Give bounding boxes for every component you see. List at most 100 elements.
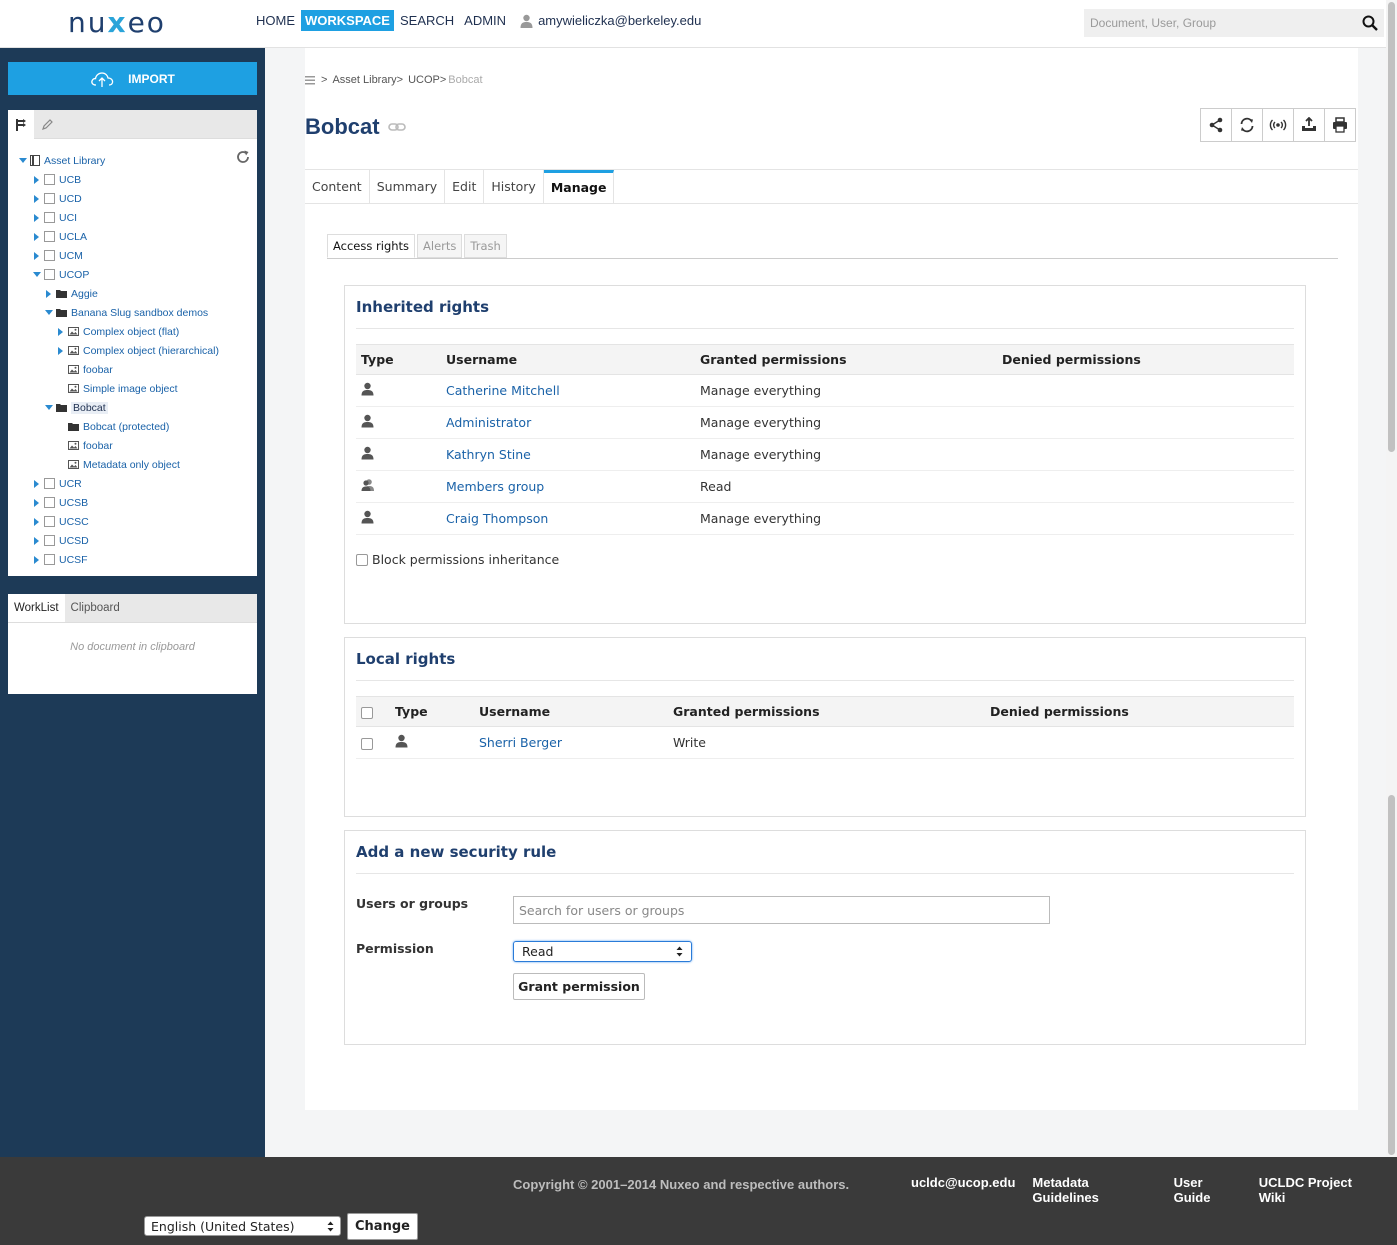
- tree-item[interactable]: UCSD: [32, 531, 89, 550]
- caret-right-icon[interactable]: [56, 327, 66, 337]
- footer-link-email[interactable]: ucldc@ucop.edu: [911, 1175, 1015, 1205]
- permalink-icon[interactable]: [387, 122, 406, 132]
- subtab-trash[interactable]: Trash: [464, 234, 507, 258]
- username-link[interactable]: Sherri Berger: [479, 735, 562, 750]
- caret-down-icon[interactable]: [32, 270, 42, 280]
- tree-item[interactable]: Complex object (hierarchical): [56, 341, 219, 360]
- subtab-access-rights[interactable]: Access rights: [327, 234, 416, 258]
- breadcrumb-ucop[interactable]: UCOP: [408, 74, 440, 86]
- sync-button[interactable]: [1231, 108, 1263, 142]
- grant-permission-button[interactable]: Grant permission: [513, 973, 645, 1000]
- scrollbar-thumb[interactable]: [1388, 2, 1395, 452]
- caret-right-icon[interactable]: [32, 194, 42, 204]
- block-inheritance-checkbox[interactable]: [356, 553, 368, 566]
- tree-item[interactable]: UCM: [32, 246, 83, 265]
- tree-item[interactable]: UCOP: [32, 265, 89, 284]
- caret-right-icon[interactable]: [32, 517, 42, 527]
- caret-right-icon[interactable]: [32, 555, 42, 565]
- print-button[interactable]: [1324, 108, 1356, 142]
- tree-item[interactable]: UCI: [32, 208, 77, 227]
- tab-content[interactable]: Content: [305, 170, 370, 203]
- tree-item[interactable]: Bobcat: [44, 398, 108, 417]
- page-scrollbar[interactable]: [1386, 0, 1397, 1157]
- user-menu[interactable]: amywieliczka@berkeley.edu: [520, 13, 701, 28]
- footer-link-metadata-guidelines[interactable]: Metadata Guidelines: [1032, 1175, 1156, 1205]
- import-label: IMPORT: [128, 71, 175, 86]
- tab-summary[interactable]: Summary: [370, 170, 446, 203]
- nuxeo-logo[interactable]: nuxeo: [68, 6, 166, 39]
- breadcrumb-asset-library[interactable]: Asset Library: [332, 74, 396, 86]
- username-link[interactable]: Administrator: [446, 415, 531, 430]
- caret-right-icon[interactable]: [32, 232, 42, 242]
- footer-link-user-guide[interactable]: User Guide: [1174, 1175, 1242, 1205]
- tree-item[interactable]: Asset Library: [18, 151, 105, 170]
- type-cell: [356, 374, 441, 407]
- tree-item[interactable]: Metadata only object: [56, 455, 180, 474]
- col-username: Username: [474, 696, 668, 727]
- row-checkbox[interactable]: [361, 737, 373, 750]
- inherited-rights-box: Inherited rights Type Username Granted p…: [344, 285, 1306, 624]
- tree-item[interactable]: foobar: [56, 360, 113, 379]
- caret-right-icon[interactable]: [44, 289, 54, 299]
- users-search-input[interactable]: [513, 896, 1050, 924]
- nav-admin[interactable]: ADMIN: [460, 10, 510, 31]
- global-search-input[interactable]: [1084, 9, 1354, 37]
- granted-cell: Manage everything: [695, 406, 997, 439]
- menu-icon[interactable]: [305, 75, 315, 85]
- tree-item[interactable]: UCSF: [32, 550, 88, 569]
- caret-down-icon[interactable]: [44, 403, 54, 413]
- language-select[interactable]: English (United States): [144, 1216, 341, 1236]
- export-button[interactable]: [1293, 108, 1325, 142]
- caret-down-icon[interactable]: [44, 308, 54, 318]
- nav-search[interactable]: SEARCH: [396, 10, 458, 31]
- tree-item[interactable]: UCSB: [32, 493, 88, 512]
- caret-right-icon[interactable]: [32, 498, 42, 508]
- caret-right-icon[interactable]: [32, 251, 42, 261]
- tab-clipboard[interactable]: Clipboard: [65, 594, 126, 622]
- nav-home[interactable]: HOME: [252, 10, 299, 31]
- tree-item[interactable]: Bobcat (protected): [56, 417, 169, 436]
- footer: Copyright © 2001–2014 Nuxeo and respecti…: [0, 1157, 1397, 1245]
- caret-right-icon[interactable]: [56, 346, 66, 356]
- book-icon: [30, 155, 40, 166]
- share-button[interactable]: [1200, 108, 1232, 142]
- import-button[interactable]: IMPORT: [8, 62, 257, 95]
- caret-right-icon[interactable]: [32, 536, 42, 546]
- tab-history[interactable]: History: [484, 170, 544, 203]
- footer-link-project-wiki[interactable]: UCLDC Project Wiki: [1259, 1175, 1380, 1205]
- subscribe-button[interactable]: [1262, 108, 1294, 142]
- tab-edit-tree[interactable]: [34, 110, 60, 139]
- tree-item[interactable]: foobar: [56, 436, 113, 455]
- scrollbar-thumb-lower[interactable]: [1388, 795, 1395, 1155]
- refresh-icon[interactable]: [236, 150, 250, 164]
- search-icon[interactable]: [1362, 15, 1378, 31]
- caret-right-icon[interactable]: [32, 175, 42, 185]
- tree-item[interactable]: Aggie: [44, 284, 98, 303]
- tree-item[interactable]: UCLA: [32, 227, 87, 246]
- nav-workspace[interactable]: WORKSPACE: [301, 10, 394, 31]
- username-link[interactable]: Members group: [446, 479, 544, 494]
- tab-navigation-tree[interactable]: [8, 110, 34, 139]
- permission-select[interactable]: Read: [513, 941, 692, 962]
- tab-edit[interactable]: Edit: [445, 170, 485, 203]
- change-language-button[interactable]: Change: [347, 1213, 418, 1240]
- tree-item[interactable]: UCB: [32, 170, 81, 189]
- tree-item[interactable]: UCD: [32, 189, 82, 208]
- username-link[interactable]: Kathryn Stine: [446, 447, 531, 462]
- tree-panel-tabs: [8, 110, 257, 139]
- username-link[interactable]: Catherine Mitchell: [446, 383, 560, 398]
- tab-manage[interactable]: Manage: [543, 170, 615, 203]
- tree-item[interactable]: Complex object (flat): [56, 322, 179, 341]
- caret-right-icon[interactable]: [32, 213, 42, 223]
- tree-item[interactable]: UCSC: [32, 512, 89, 531]
- caret-down-icon[interactable]: [18, 156, 28, 166]
- tree-item[interactable]: UCR: [32, 474, 82, 493]
- tab-worklist[interactable]: WorkList: [8, 594, 65, 622]
- subtab-alerts[interactable]: Alerts: [417, 234, 463, 258]
- select-all-checkbox[interactable]: [361, 706, 373, 719]
- tree-item[interactable]: Simple image object: [56, 379, 178, 398]
- caret-right-icon[interactable]: [32, 479, 42, 489]
- col-denied: Denied permissions: [985, 696, 1294, 727]
- tree-item[interactable]: Banana Slug sandbox demos: [44, 303, 208, 322]
- username-link[interactable]: Craig Thompson: [446, 511, 548, 526]
